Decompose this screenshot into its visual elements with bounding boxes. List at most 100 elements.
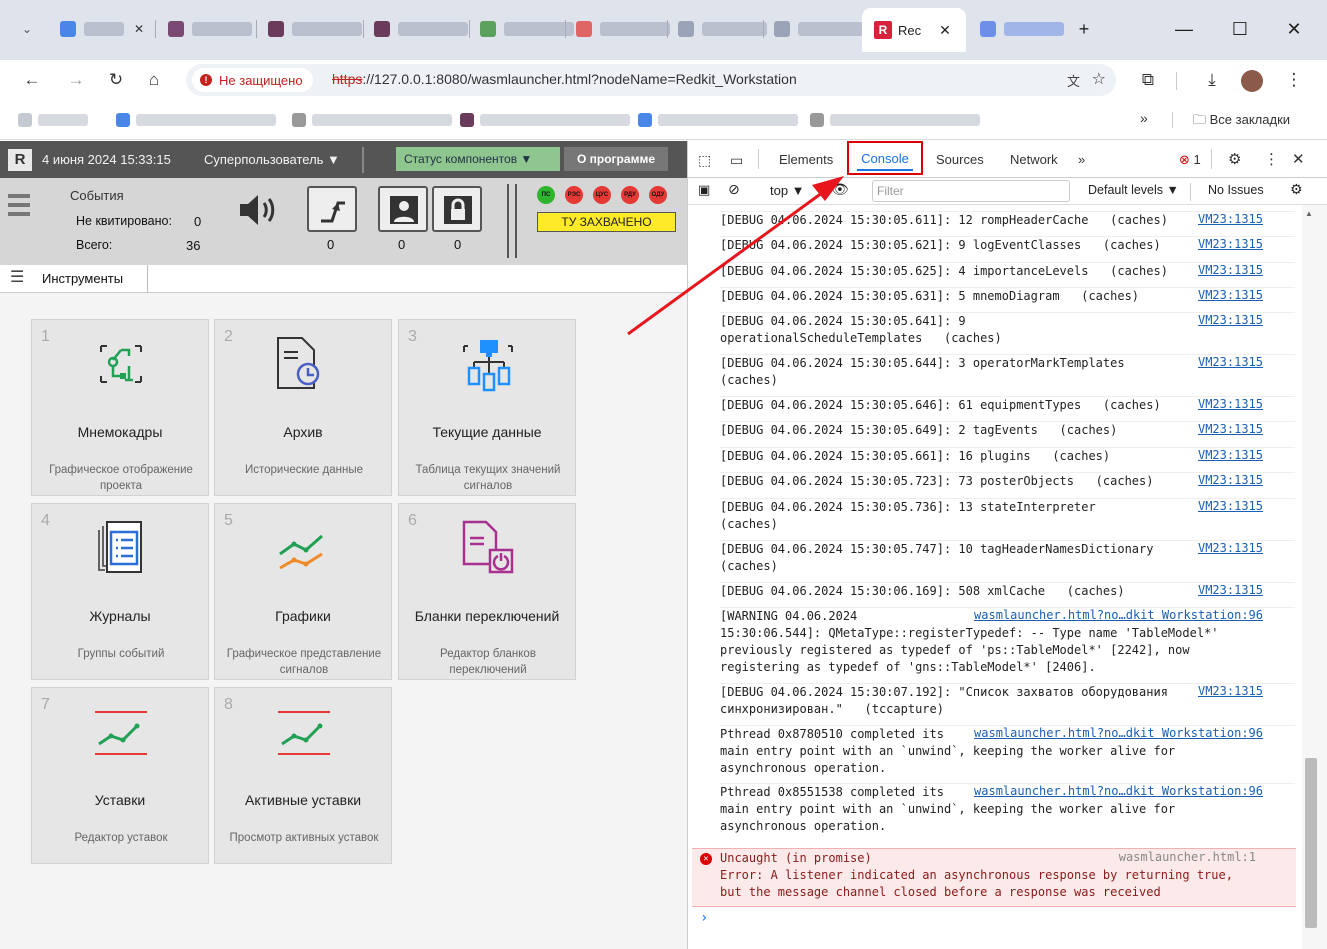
tab-search-button[interactable]: ⌄ — [14, 12, 40, 46]
close-window-icon[interactable]: ✕ — [1278, 14, 1310, 44]
message-source-link[interactable]: wasmlauncher.html?no…dkit Workstation:96 — [974, 726, 1263, 740]
message-source-link[interactable]: VM23:1315 — [1198, 237, 1263, 251]
console-settings-gear-icon[interactable]: ⚙ — [1290, 181, 1303, 198]
tile-switch-forms[interactable]: 6 Бланки переключений Редактор бланков п… — [398, 503, 576, 680]
error-source-link[interactable]: wasmlauncher.html:1 — [1119, 850, 1256, 864]
browser-tab[interactable] — [260, 12, 370, 46]
tab-console[interactable]: Console — [847, 141, 923, 175]
minimize-icon[interactable]: — — [1168, 14, 1200, 44]
context-select[interactable]: top ▼ — [770, 183, 805, 198]
live-expression-eye-icon[interactable]: 👁 — [831, 181, 849, 198]
browser-tab[interactable] — [366, 12, 476, 46]
close-devtools-icon[interactable]: ✕ — [1292, 150, 1305, 168]
tile-number: 2 — [224, 328, 233, 345]
message-source-link[interactable]: VM23:1315 — [1198, 422, 1263, 436]
download-icon[interactable]: ⤓ — [1198, 66, 1226, 94]
profile-avatar[interactable] — [1241, 70, 1263, 92]
message-source-link[interactable]: VM23:1315 — [1198, 355, 1263, 369]
issues-button[interactable]: No Issues — [1208, 183, 1264, 197]
browser-tab[interactable] — [670, 12, 775, 46]
tile-mnemo[interactable]: 1 Мнемокадры Графическое отображение про… — [31, 319, 209, 496]
message-source-link[interactable]: wasmlauncher.html?no…dkit Workstation:96 — [974, 608, 1263, 622]
devtools-tab-bar: ⬚ ▭ Elements Console Sources Network » ⊗… — [688, 141, 1327, 178]
lock-button[interactable] — [432, 186, 482, 232]
back-icon[interactable]: ← — [18, 66, 46, 94]
tab-network[interactable]: Network — [1010, 152, 1058, 167]
reload-icon[interactable]: ↻ — [102, 66, 130, 94]
message-source-link[interactable]: VM23:1315 — [1198, 499, 1263, 513]
clear-console-icon[interactable]: ⊘ — [728, 181, 740, 198]
forward-icon[interactable]: → — [62, 66, 90, 94]
menu-dots-icon[interactable]: ⋮ — [1280, 66, 1308, 94]
tile-journals[interactable]: 4 Журналы Группы событий — [31, 503, 209, 680]
events-menu-icon[interactable] — [8, 194, 30, 224]
message-source-link[interactable]: VM23:1315 — [1198, 288, 1263, 302]
tools-menu-icon[interactable]: ☰ — [10, 270, 24, 286]
browser-tab[interactable] — [568, 12, 678, 46]
bookmark-item[interactable] — [292, 112, 452, 128]
maximize-icon[interactable]: ☐ — [1224, 14, 1256, 44]
message-source-link[interactable]: VM23:1315 — [1198, 541, 1263, 555]
console-filter-input[interactable]: Filter — [872, 180, 1070, 202]
close-tab-icon[interactable]: ✕ — [939, 22, 951, 39]
message-source-link[interactable]: VM23:1315 — [1198, 473, 1263, 487]
bookmark-item[interactable] — [460, 112, 630, 128]
new-tab-icon[interactable]: + — [1068, 14, 1100, 44]
tools-bar: ☰ Инструменты — [0, 265, 687, 293]
about-button[interactable]: О программе — [564, 147, 668, 171]
log-levels-dropdown[interactable]: Default levels ▼ — [1088, 183, 1179, 197]
user-dropdown[interactable]: Суперпользователь ▼ — [204, 152, 340, 167]
security-chip[interactable]: ! Не защищено — [192, 68, 313, 92]
message-source-link[interactable]: wasmlauncher.html?no…dkit Workstation:96 — [974, 784, 1263, 798]
settings-gear-icon[interactable]: ⚙ — [1228, 150, 1241, 168]
message-source-link[interactable]: VM23:1315 — [1198, 397, 1263, 411]
browser-tab[interactable]: ✕ — [52, 12, 152, 46]
url-bar[interactable]: ! Не защищено https://127.0.0.1:8080/was… — [186, 64, 1116, 96]
message-source-link[interactable]: VM23:1315 — [1198, 448, 1263, 462]
inspect-element-icon[interactable]: ⬚ — [698, 152, 711, 169]
tile-active-setpoints[interactable]: 8 Активные уставки Просмотр активных уст… — [214, 687, 392, 864]
console-message: [DEBUG 04.06.2024 15:30:05.649]: 2 tagEv… — [720, 421, 1295, 439]
bookmark-item[interactable] — [116, 112, 276, 128]
all-bookmarks-button[interactable]: 🗀 Все закладки — [1193, 111, 1290, 133]
tab-elements[interactable]: Elements — [779, 152, 833, 167]
more-tabs-icon[interactable]: » — [1078, 152, 1085, 167]
tile-current-data[interactable]: 3 Текущие данные Таблица текущих значени… — [398, 319, 576, 496]
console-prompt[interactable]: › — [700, 910, 708, 926]
bookmarks-bar: » 🗀 Все закладки — [0, 100, 1327, 140]
browser-tab[interactable] — [972, 12, 1072, 46]
components-status-button[interactable]: Статус компонентов ▼ — [396, 147, 560, 171]
message-source-link[interactable]: VM23:1315 — [1198, 313, 1263, 327]
bookmark-item[interactable] — [638, 112, 798, 128]
sidebar-toggle-icon[interactable]: ▣ — [698, 182, 710, 198]
tile-number: 7 — [41, 696, 50, 713]
tab-sources[interactable]: Sources — [936, 152, 984, 167]
error-counter[interactable]: ⊗ 1 — [1179, 152, 1201, 168]
browser-tab[interactable] — [766, 12, 871, 46]
ack-events-button[interactable] — [307, 186, 357, 232]
message-source-link[interactable]: VM23:1315 — [1198, 684, 1263, 698]
devtools-menu-icon[interactable]: ⋮ — [1264, 150, 1279, 168]
bookmark-item[interactable] — [18, 112, 88, 128]
active-browser-tab[interactable]: R Rec ✕ — [862, 8, 966, 52]
message-source-link[interactable]: VM23:1315 — [1198, 263, 1263, 277]
extensions-icon[interactable]: ⧉ — [1134, 66, 1162, 94]
console-scrollbar-thumb[interactable] — [1305, 758, 1317, 928]
bookmark-star-icon[interactable]: ☆ — [1092, 69, 1106, 89]
home-icon[interactable]: ⌂ — [140, 66, 168, 94]
message-source-link[interactable]: VM23:1315 — [1198, 212, 1263, 226]
sound-icon[interactable] — [238, 192, 282, 231]
user-button[interactable] — [378, 186, 428, 232]
console-output: [DEBUG 04.06.2024 15:30:05.611]: 12 romp… — [688, 205, 1302, 949]
scroll-up-icon[interactable]: ▲ — [1305, 209, 1313, 218]
translate-icon[interactable]: 文 — [1067, 71, 1080, 90]
message-source-link[interactable]: VM23:1315 — [1198, 583, 1263, 597]
bookmarks-overflow-icon[interactable]: » — [1140, 110, 1148, 126]
app-logo: R — [8, 149, 32, 171]
device-toolbar-icon[interactable]: ▭ — [730, 152, 743, 169]
browser-tab[interactable] — [160, 12, 260, 46]
tile-charts[interactable]: 5 Графики Графическое представление сигн… — [214, 503, 392, 680]
tile-setpoints[interactable]: 7 Уставки Редактор уставок — [31, 687, 209, 864]
bookmark-item[interactable] — [810, 112, 980, 128]
tile-archive[interactable]: 2 Архив Исторические данные — [214, 319, 392, 496]
